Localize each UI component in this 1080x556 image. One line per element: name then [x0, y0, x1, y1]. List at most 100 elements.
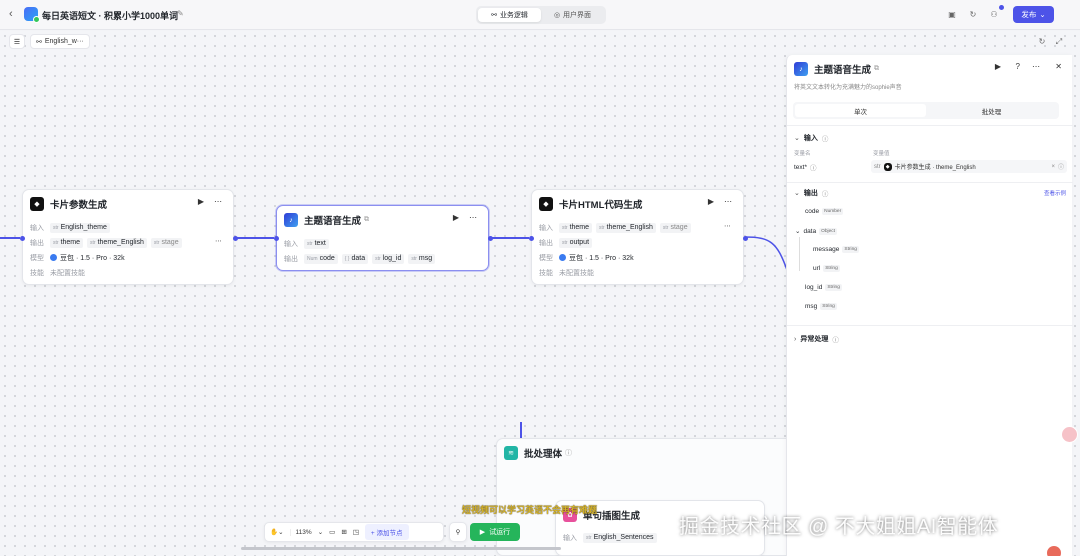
node-input-row: 输入 str theme str theme_English str stage [539, 222, 691, 233]
info-icon[interactable]: ⓘ [1058, 162, 1064, 171]
play-icon: ▶ [479, 529, 486, 536]
input-chip: str English_theme [50, 222, 110, 233]
debug-icon[interactable]: ⚲ [449, 522, 467, 542]
run-node-icon[interactable]: ▶ [995, 62, 1001, 71]
input-chip: str theme [559, 222, 593, 233]
view-example-link[interactable]: 查看示例 [1044, 189, 1066, 197]
more-icon[interactable]: ⋯ [724, 197, 732, 206]
node-output-row: 输出 Num code { } data str log_id str msg [284, 253, 436, 264]
output-port[interactable] [488, 236, 493, 241]
note-icon[interactable]: ◳ [353, 528, 359, 536]
node-header: ≋ 批处理体 ⓘ [504, 446, 788, 460]
tab-batch[interactable]: 批处理 [926, 104, 1057, 117]
output-chip: str log_id [372, 253, 405, 264]
doubao-model-icon: ◆ [883, 162, 892, 171]
more-icon[interactable]: ⋯ [469, 213, 477, 222]
tab-single[interactable]: 单次 [795, 104, 926, 117]
node-header: ♪ 主题语音生成 ⧉ ▶ ⋯ [284, 213, 481, 227]
expand-icon[interactable]: ⤢ [1053, 36, 1065, 48]
add-node-button[interactable]: + 添加节点 [364, 524, 409, 540]
edit-icon[interactable]: ✎ [177, 9, 184, 18]
input-section-title[interactable]: ⌄ 输入 ⓘ [794, 133, 828, 143]
test-run-button[interactable]: ▶ 试运行 [470, 523, 520, 541]
audio-plugin-icon: ♪ [794, 62, 808, 76]
back-arrow-icon[interactable]: ‹ [9, 8, 13, 20]
run-node-icon[interactable]: ▶ [453, 213, 459, 222]
tab-user-interface[interactable]: ◎ 用户界面 [541, 8, 604, 22]
watermark: 掘金技术社区 @ 不大姐姐AI智能体 [679, 516, 999, 538]
grid-icon[interactable]: ⊞ [341, 528, 346, 536]
output-chip: Num code [304, 253, 338, 264]
output-field: code Number [805, 208, 844, 215]
node-title: 卡片参数生成 [50, 200, 108, 211]
sidebar-toggle-icon[interactable]: ☰ [9, 34, 25, 49]
output-chip: str stage [150, 237, 182, 248]
input-chip: str English_Sentences [583, 532, 657, 543]
edge [237, 237, 274, 239]
node-model-row: 模型 豆包 · 1.5 · Pro · 32k [30, 254, 125, 262]
more-icon[interactable]: ⋯ [215, 237, 222, 245]
collaborators-icon[interactable]: ⚇ [988, 9, 1000, 21]
top-bar: ‹ 每日英语短文 · 积累小学1000单词 ✎ ⚯ 业务逻辑 ◎ 用户界面 ▣ ↻ … [0, 0, 1080, 30]
input-var-row: text* ⓘ [794, 163, 817, 173]
panel-title: 主题语音生成 [814, 65, 872, 76]
chevron-right-icon: › [794, 335, 797, 343]
doubao-model-icon: ◆ [539, 197, 553, 211]
publish-button[interactable]: 发布 ⌄ [1013, 6, 1054, 23]
input-reference-field[interactable]: str ◆ 卡片参数生成 · theme_English × ⓘ [871, 160, 1067, 173]
input-chip: str theme_English [596, 222, 656, 233]
input-port[interactable] [274, 236, 279, 241]
refresh-icon[interactable]: ↻ [1036, 36, 1048, 48]
info-icon: ⓘ [810, 165, 817, 172]
output-port[interactable] [233, 236, 238, 241]
node-card-html[interactable]: ◆ 卡片HTML代码生成 ▶ ⋯ 输入 str theme str theme_En… [529, 189, 748, 285]
zoom-level[interactable]: 113% [289, 528, 312, 536]
run-node-icon[interactable]: ▶ [708, 197, 714, 206]
close-icon[interactable]: ✕ [1055, 62, 1062, 71]
node-skill-row: 技能 未配置技能 [30, 269, 85, 277]
output-chip: str msg [408, 253, 436, 264]
panel-header: ♪ 主题语音生成 ⧉ ▶ ? ⋯ ✕ [794, 62, 1064, 76]
input-port[interactable] [529, 236, 534, 241]
chevron-down-icon[interactable]: ⌄ [795, 227, 800, 235]
doubao-model-icon: ◆ [30, 197, 44, 211]
output-port[interactable] [743, 236, 748, 241]
history-icon[interactable]: ↻ [967, 9, 979, 21]
more-icon[interactable]: ⋯ [724, 222, 731, 230]
calendar-icon[interactable]: ▣ [946, 9, 958, 21]
output-field: log_id String [805, 284, 842, 291]
node-output-row: 输出 str output [539, 237, 593, 248]
help-icon[interactable]: ? [1016, 62, 1020, 71]
chevron-down-icon: ⌄ [1039, 10, 1046, 19]
node-title: 主题语音生成 [304, 216, 362, 227]
output-section-title[interactable]: ⌄ 输出 ⓘ [794, 188, 828, 198]
output-chip: { } data [341, 253, 369, 264]
workflow-tab[interactable]: ⚯ English_w··· [30, 34, 90, 49]
more-icon[interactable]: ⋯ [1032, 62, 1040, 71]
floating-avatar[interactable] [1047, 546, 1061, 556]
run-node-icon[interactable]: ▶ [198, 197, 204, 206]
batch-icon: ≋ [504, 446, 518, 460]
tab-business-logic[interactable]: ⚯ 业务逻辑 [478, 8, 541, 22]
more-icon[interactable]: ⋯ [214, 197, 222, 206]
node-theme-audio[interactable]: ♪ 主题语音生成 ⧉ ▶ ⋯ 输入 str text 输出 Num code { }… [274, 205, 493, 271]
node-skill-row: 技能 未配置技能 [539, 269, 594, 277]
output-chip: str output [559, 237, 593, 248]
node-card-params[interactable]: ◆ 卡片参数生成 ▶ ⋯ 输入 str English_theme 输出 str t… [20, 189, 238, 285]
exception-section-title[interactable]: › 异常处理 ⓘ [794, 334, 839, 345]
output-field: message String [813, 246, 859, 253]
floating-avatar[interactable] [1061, 426, 1078, 443]
audio-plugin-icon: ♪ [284, 213, 298, 227]
plugin-icon: ⧉ [874, 65, 880, 72]
info-icon[interactable]: ⓘ [565, 448, 572, 458]
pointer-icon[interactable]: ✋⌄ [270, 528, 284, 536]
node-title: 卡片HTML代码生成 [559, 200, 643, 211]
doubao-icon [559, 254, 566, 261]
horizontal-scrollbar[interactable] [241, 547, 561, 550]
comment-icon[interactable]: ▭ [329, 528, 335, 536]
edge [0, 237, 20, 239]
input-port[interactable] [20, 236, 25, 241]
clear-icon[interactable]: × [1051, 164, 1055, 170]
node-output-row: 输出 str theme str theme_English str stage [30, 237, 182, 248]
chevron-down-icon[interactable]: ⌄ [318, 528, 323, 536]
